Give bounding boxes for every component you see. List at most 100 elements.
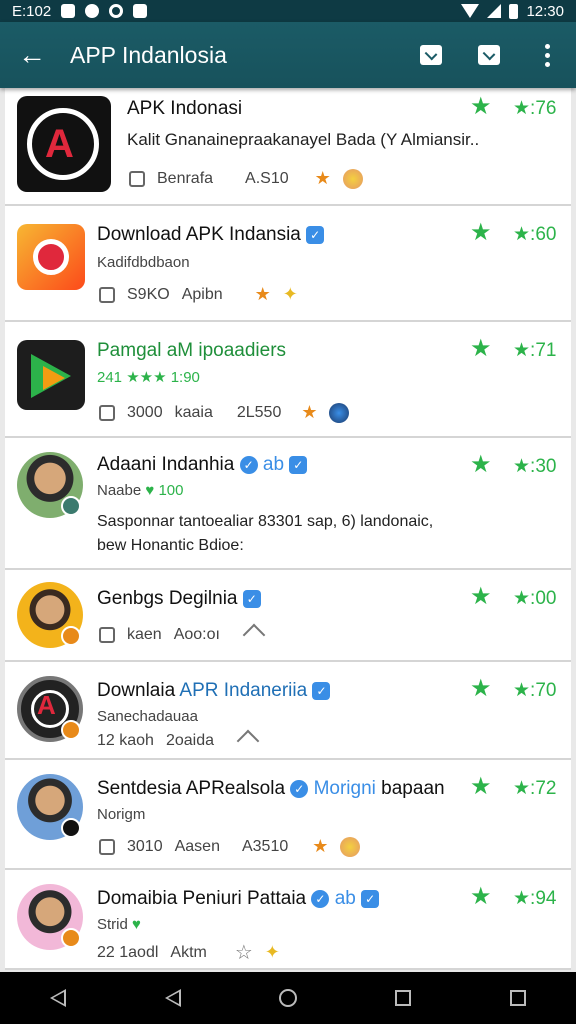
meta-label: 22 1aodl: [97, 943, 159, 961]
avatar: [17, 884, 83, 950]
app-bar: ← APP Indanlosia: [0, 22, 576, 88]
signal-icon: [487, 4, 502, 18]
app-list: A APK Indonasi Kalit Gnanainepraakanayel…: [5, 88, 571, 970]
battery-icon: [509, 3, 519, 19]
meta-label: 12 kaoh: [97, 732, 154, 749]
meta-label: Aoo:oı: [173, 626, 220, 643]
share-icon[interactable]: [236, 729, 260, 753]
star-outline-icon[interactable]: ☆: [235, 940, 253, 965]
item-meta: 3000 kaaia 2L550 ★: [99, 402, 350, 423]
rating-value: 94: [535, 888, 557, 909]
item-rating: ★:60: [513, 224, 557, 245]
item-title: Download APK Indansia ✓: [97, 224, 325, 246]
meta-label: 2oaida: [165, 732, 214, 749]
item-title-text: Domaibia Peniuri Pattaia: [97, 888, 307, 909]
item-title: Genbgs Degilnia ✓: [97, 588, 261, 610]
star-icon: ★: [312, 836, 329, 856]
item-title-highlight: APR Indaneriia: [179, 680, 308, 701]
favorite-star-button[interactable]: ★: [470, 772, 492, 801]
favorite-star-button[interactable]: ★: [470, 582, 492, 611]
app-icon: [17, 340, 85, 410]
item-title-suffix: bapaan: [381, 778, 445, 799]
system-nav-bar: [0, 972, 576, 1024]
nav-recents-button[interactable]: [383, 978, 423, 1018]
avatar-badge: [61, 928, 81, 948]
meta-label: 2L550: [236, 403, 282, 421]
item-description: Kalit Gnanainepraakanayel Bada (Y Almian…: [127, 130, 480, 149]
back-triangle-icon: [49, 989, 66, 1007]
star-icon: ★: [314, 168, 331, 188]
item-title-text: Download APK Indansia: [97, 224, 301, 245]
emoji-icon: [342, 168, 363, 189]
nav-home-button[interactable]: [268, 978, 308, 1018]
globe-icon: [329, 402, 350, 423]
avatar-badge: [61, 626, 81, 646]
favorite-star-button[interactable]: ★: [470, 92, 492, 121]
item-title-text: Sentdesia APRealsola: [97, 778, 286, 799]
item-rating: ★:30: [513, 456, 557, 477]
list-item[interactable]: A Downlaia APR Indaneriia ✓ Sanechadauaa…: [5, 662, 571, 760]
rating-value: 30: [535, 456, 557, 477]
list-item[interactable]: Genbgs Degilnia ✓ kaen Aoo:oı ★ ★:00: [5, 570, 571, 662]
more-options-button[interactable]: [518, 22, 576, 88]
item-rating: ★:72: [513, 778, 557, 799]
nav-back-button[interactable]: [38, 978, 78, 1018]
status-time-left: E:102: [12, 2, 52, 20]
item-subtitle: Sanechadauaa: [97, 708, 198, 725]
favorite-star-button[interactable]: ★: [470, 334, 492, 363]
avatar-badge: [61, 720, 81, 740]
list-item[interactable]: Adaani Indanhia ✓ ab ✓ Naabe ♥ 100 Saspo…: [5, 438, 571, 570]
list-item[interactable]: Domaibia Peniuri Pattaia ✓ ab ✓ Strid ♥ …: [5, 870, 571, 970]
favorite-star-button[interactable]: ★: [470, 450, 492, 479]
sparkle-icon: ✦: [264, 942, 280, 962]
item-title: Domaibia Peniuri Pattaia ✓ ab ✓: [97, 888, 380, 910]
share-box-icon: [420, 45, 442, 65]
page-title: APP Indanlosia: [70, 41, 227, 68]
favorite-star-button[interactable]: ★: [470, 882, 492, 911]
item-subtitle: Kadifdbdbaon: [97, 254, 190, 271]
item-meta: Benrafa A.S10 ★: [129, 168, 363, 189]
rating-value: 71: [535, 340, 557, 361]
item-rating: ★:70: [513, 680, 557, 701]
rating-value: 00: [535, 588, 557, 609]
thumb-up-icon: [99, 627, 115, 643]
item-title: APK Indonasi: [127, 98, 243, 119]
item-rating: ★:94: [513, 888, 557, 909]
favorite-star-button[interactable]: ★: [470, 674, 492, 703]
item-title-text: Downlaia: [97, 680, 176, 701]
item-subtitle: Naabe ♥ 100: [97, 482, 183, 499]
verified-icon: ✓: [361, 889, 380, 908]
back-button[interactable]: ←: [0, 22, 64, 88]
nav-recents-button-alt[interactable]: [498, 978, 538, 1018]
verified-icon: ✓: [312, 681, 331, 700]
list-item[interactable]: Pamgal aM ipoaadiers 241 ★★★ 1:90 3000 k…: [5, 322, 571, 438]
subtitle-text: Naabe: [97, 482, 142, 499]
meta-label: Aasen: [174, 837, 220, 855]
list-item[interactable]: A APK Indonasi Kalit Gnanainepraakanayel…: [5, 88, 571, 206]
list-item[interactable]: Download APK Indansia ✓ Kadifdbdbaon S9K…: [5, 206, 571, 322]
item-title: Pamgal aM ipoaadiers: [97, 340, 287, 361]
thumb-up-icon: [99, 286, 115, 303]
avatar: [17, 452, 83, 518]
avatar-badge: [61, 496, 81, 516]
message-notification-icon: [133, 4, 148, 18]
verified-icon: ✓: [242, 589, 261, 608]
recents-square-icon: [395, 990, 412, 1006]
inbox-button[interactable]: [460, 22, 518, 88]
description-line: bew Honantic Bdioe:: [97, 537, 244, 554]
share-icon[interactable]: [242, 623, 266, 647]
share-button[interactable]: [402, 22, 460, 88]
star-icon: ★: [301, 402, 318, 422]
nav-back-button-alt[interactable]: [153, 978, 193, 1018]
item-rating: ★:71: [513, 340, 557, 361]
meta-label: 3000: [127, 403, 163, 421]
favorite-star-button[interactable]: ★: [470, 218, 492, 247]
rating-value: 70: [535, 680, 557, 701]
item-rating: ★:76: [513, 98, 557, 119]
item-meta: kaen Aoo:oı: [99, 623, 266, 647]
item-meta: 12 kaoh 2oaida: [97, 729, 260, 753]
list-item[interactable]: Sentdesia APRealsola ✓ Morigni bapaan No…: [5, 760, 571, 870]
item-badge-text: ab: [262, 454, 285, 475]
status-time-right: 12:30: [526, 2, 564, 20]
avatar: [17, 774, 83, 840]
